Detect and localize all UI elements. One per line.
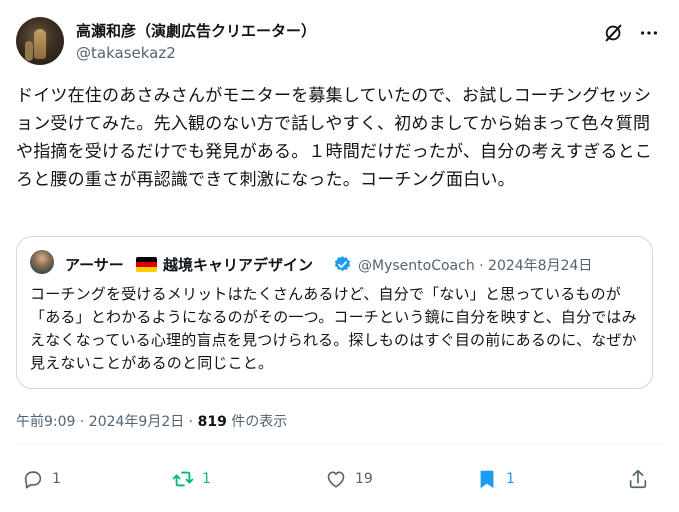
retweet-button[interactable]: 1 <box>172 466 211 492</box>
bookmark-count: 1 <box>506 471 515 487</box>
more-options-icon[interactable] <box>638 22 660 44</box>
quoted-tweet-text: コーチングを受けるメリットはたくさんあるけど、自分で「ない」と思っているものが「… <box>30 285 637 372</box>
quoted-author-avatar[interactable] <box>30 250 54 274</box>
author-display-name[interactable]: 高瀬和彦（演劇広告クリエーター） <box>76 20 316 41</box>
view-count: 819 <box>197 414 227 430</box>
author-avatar[interactable] <box>16 17 64 65</box>
author-handle[interactable]: @takasekaz2 <box>76 44 176 62</box>
timestamp-text[interactable]: 午前9:09 · 2024年9月2日 · <box>16 414 198 430</box>
retweet-icon <box>172 471 194 487</box>
reply-icon <box>24 471 42 489</box>
quoted-handle-date[interactable]: @MysentoCoach · 2024年8月24日 <box>358 255 592 275</box>
quoted-tweet[interactable]: アーサー 越境キャリアデザイン @MysentoCoach · 2024年8月2… <box>16 236 653 389</box>
like-button[interactable]: 19 <box>325 466 373 492</box>
bookmark-button[interactable]: 1 <box>476 466 515 492</box>
quoted-author-name-suffix[interactable]: 越境キャリアデザイン <box>163 254 313 275</box>
germany-flag-icon <box>136 257 157 272</box>
tweet: 高瀬和彦（演劇広告クリエーター） @takasekaz2 ドイツ在住のあさみさん… <box>0 0 679 512</box>
avatar-figure <box>34 29 46 59</box>
grok-icon[interactable] <box>603 22 625 44</box>
verified-badge-icon <box>334 256 351 272</box>
view-count-label: 件の表示 <box>226 414 288 430</box>
quoted-author-name[interactable]: アーサー <box>65 254 124 275</box>
share-button[interactable] <box>627 466 649 492</box>
divider <box>16 444 663 445</box>
like-count: 19 <box>355 471 373 487</box>
avatar-figure-back <box>25 41 33 61</box>
reply-count: 1 <box>52 471 61 487</box>
tweet-timestamp[interactable]: 午前9:09 · 2024年9月2日 · 819 件の表示 <box>16 411 287 431</box>
tweet-text: ドイツ在住のあさみさんがモニターを募集していたので、お試しコーチングセッション受… <box>16 86 653 190</box>
reply-button[interactable]: 1 <box>22 466 61 492</box>
retweet-count: 1 <box>202 471 211 487</box>
heart-icon <box>327 471 345 488</box>
bookmark-icon <box>480 470 494 489</box>
share-icon <box>629 469 647 489</box>
